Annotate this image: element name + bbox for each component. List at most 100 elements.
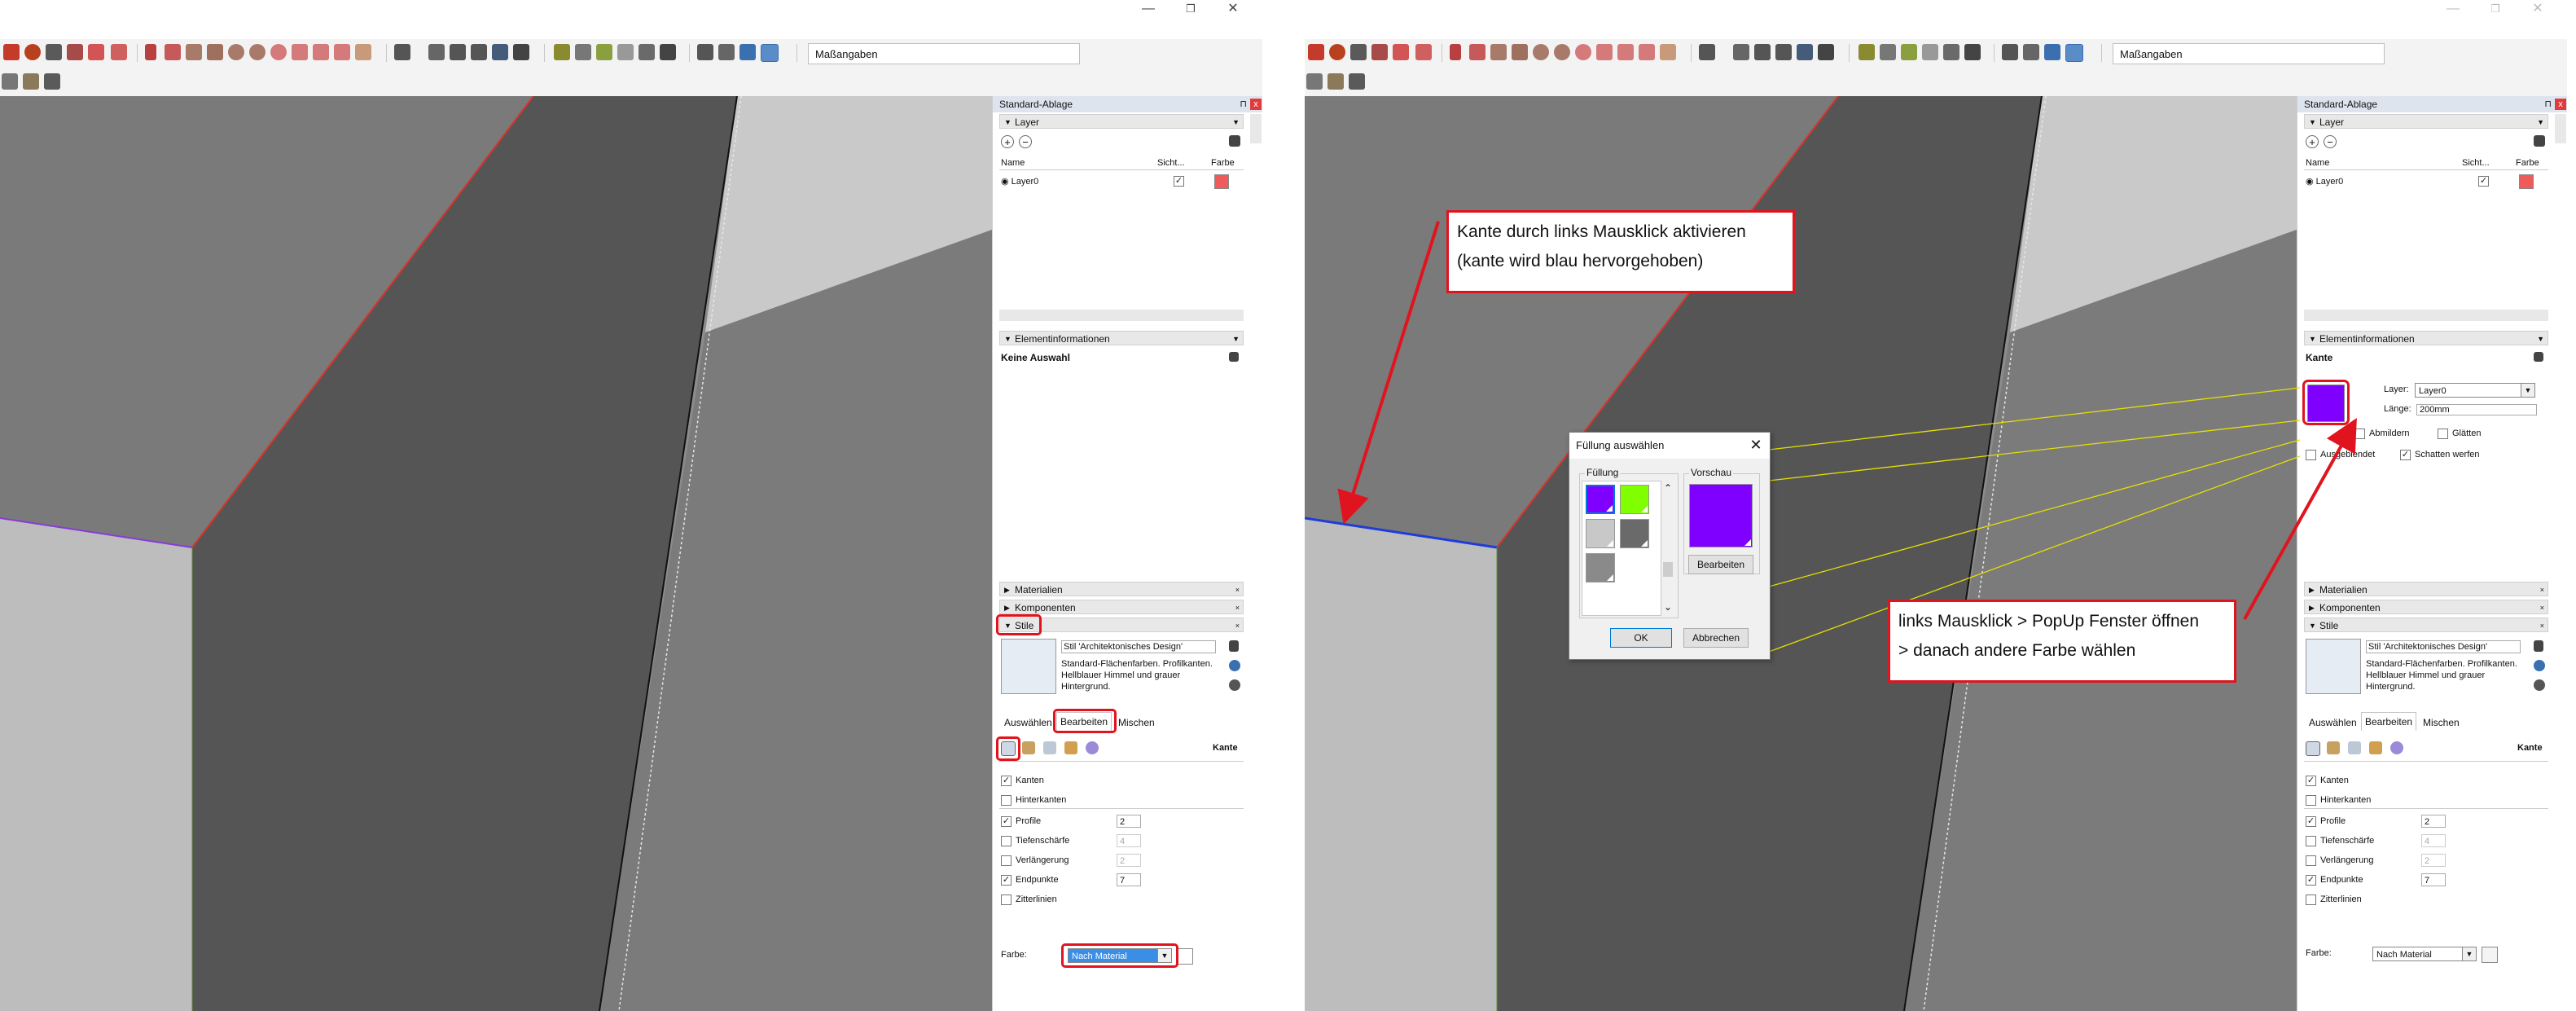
measurements-box[interactable]: Maßangaben (808, 43, 1080, 64)
eraser-tool-icon[interactable] (1415, 44, 1432, 60)
endpoints-checkbox[interactable]: ✓ (1001, 875, 1012, 886)
update-style-icon[interactable] (2534, 679, 2545, 691)
intersect-tool-icon[interactable] (1797, 44, 1813, 60)
layer-row-name[interactable]: ◉ Layer0 (2306, 176, 2343, 187)
pencil-tool-icon[interactable] (1450, 44, 1461, 60)
scroll-thumb[interactable] (1663, 562, 1673, 577)
pie-tool-icon[interactable] (334, 44, 350, 60)
maximize-button[interactable]: ❐ (1174, 0, 1207, 18)
polygon-tool-icon[interactable] (1554, 44, 1570, 60)
watermark-settings-icon[interactable] (2369, 741, 2382, 754)
entity-layer-select[interactable]: Layer0 ▼ (2415, 383, 2535, 398)
offset-tool-icon[interactable] (428, 44, 445, 60)
depth-cue-input[interactable]: 4 (2421, 834, 2446, 847)
entity-info-toggle-icon[interactable] (2534, 352, 2543, 362)
close-window-button[interactable]: ✕ (2521, 0, 2554, 18)
endpoints-checkbox[interactable]: ✓ (2306, 875, 2316, 886)
arc2-tool-icon[interactable] (1596, 44, 1613, 60)
layer-column-name[interactable]: Name (1001, 158, 1025, 168)
tray-close-button[interactable]: x (1250, 99, 1262, 110)
offset-tool-icon[interactable] (1733, 44, 1749, 60)
layer-section-header[interactable]: Layer ▼ (2304, 114, 2548, 130)
extension-checkbox[interactable] (2306, 855, 2316, 866)
section-menu-icon[interactable]: ▼ (1232, 115, 1240, 130)
maximize-button[interactable]: ❐ (2479, 0, 2512, 18)
swatch-light-gray[interactable] (1586, 519, 1615, 548)
endpoints-input[interactable]: 7 (1117, 873, 1141, 886)
intersect-tool-icon[interactable] (492, 44, 508, 60)
layer-list-scrollbar[interactable] (2304, 310, 2548, 321)
edge-color-select[interactable]: Nach Material ▼ (2372, 947, 2477, 961)
modeling-settings-icon[interactable] (2390, 741, 2403, 754)
extension-input[interactable]: 2 (2421, 854, 2446, 867)
components-section-header[interactable]: Komponenten × (2304, 600, 2548, 615)
followme-tool-icon[interactable] (1775, 44, 1792, 60)
outer-shell-tool-icon[interactable] (513, 44, 529, 60)
materials-section-header[interactable]: Materialien × (2304, 582, 2548, 597)
ok-button[interactable]: OK (1610, 628, 1672, 648)
back-edges-checkbox[interactable] (1001, 795, 1012, 806)
zoom-extents-tool-icon[interactable] (2065, 44, 2083, 62)
section-menu-icon[interactable]: × (1235, 600, 1240, 615)
style-detail-icon[interactable] (1229, 640, 1239, 652)
layer-color-swatch[interactable] (1214, 174, 1229, 189)
move-tool-icon[interactable] (1699, 44, 1715, 60)
jitter-checkbox[interactable] (1001, 895, 1012, 905)
swatch-green[interactable] (1620, 485, 1649, 514)
styles-section-header[interactable]: Stile × (2304, 618, 2548, 633)
dialog-close-button[interactable]: ✕ (1747, 436, 1765, 454)
protractor-tool-icon[interactable] (1901, 44, 1917, 60)
section-menu-icon[interactable]: ▼ (2537, 332, 2544, 346)
edge-color-swatch[interactable] (1177, 948, 1193, 965)
axes-tool-icon[interactable] (639, 44, 655, 60)
3d-text-tool-icon[interactable] (660, 44, 676, 60)
followme-tool-icon[interactable] (471, 44, 487, 60)
layer-visible-checkbox[interactable]: ✓ (2478, 176, 2489, 187)
paint-tool-icon[interactable] (1371, 44, 1388, 60)
pan-tool-icon[interactable] (697, 44, 713, 60)
tab-select[interactable]: Auswählen (2306, 714, 2360, 732)
depth-cue-input[interactable]: 4 (1117, 834, 1141, 847)
section-menu-icon[interactable]: × (1235, 582, 1240, 597)
pushpull-tool-icon[interactable] (355, 44, 371, 60)
modeling-settings-icon[interactable] (1086, 741, 1099, 754)
layer-details-icon[interactable] (1229, 135, 1240, 147)
move-tool-icon[interactable] (394, 44, 410, 60)
section-menu-icon[interactable]: × (2540, 618, 2544, 633)
add-layer-button[interactable]: + (2306, 135, 2319, 148)
walk-tool-icon[interactable] (88, 44, 104, 60)
edges-checkbox[interactable]: ✓ (2306, 776, 2316, 786)
walk-tool-icon[interactable] (1393, 44, 1409, 60)
swatch-dark-gray[interactable] (1620, 519, 1649, 548)
rotated-rectangle-tool-icon[interactable] (207, 44, 223, 60)
create-style-icon[interactable] (1229, 660, 1240, 671)
arc3-tool-icon[interactable] (313, 44, 329, 60)
circle-tool-icon[interactable] (228, 44, 244, 60)
extension-input[interactable]: 2 (1117, 854, 1141, 867)
face-settings-icon[interactable] (2327, 741, 2340, 754)
section-menu-icon[interactable]: ▼ (1232, 332, 1240, 346)
protractor-tool-icon[interactable] (596, 44, 612, 60)
remove-layer-button[interactable]: − (2324, 135, 2337, 148)
tab-select[interactable]: Auswählen (1001, 714, 1055, 732)
style-detail-icon[interactable] (2534, 640, 2543, 652)
layer-column-name[interactable]: Name (2306, 158, 2329, 168)
face-settings-icon[interactable] (1022, 741, 1035, 754)
rectangle-tool-icon[interactable] (1490, 44, 1507, 60)
entity-info-section-header[interactable]: Elementinformationen ▼ (2304, 331, 2548, 346)
circle-tool-icon[interactable] (1533, 44, 1549, 60)
swatch-list-scrollbar[interactable]: ⌃ ⌄ (1661, 481, 1674, 614)
drawing-area[interactable] (0, 96, 992, 1011)
edges-checkbox[interactable]: ✓ (1001, 776, 1012, 786)
add-layer-button[interactable]: + (1001, 135, 1014, 148)
swatch-mid-gray[interactable] (1586, 553, 1615, 582)
axes-tool-icon[interactable] (1943, 44, 1959, 60)
style-name-field[interactable]: Stil 'Architektonisches Design' (1061, 640, 1216, 653)
freehand-tool-icon[interactable] (1469, 44, 1485, 60)
section-menu-icon[interactable]: × (2540, 600, 2544, 615)
layer-list-scrollbar[interactable] (999, 310, 1244, 321)
tape-measure-tool-icon[interactable] (1858, 44, 1875, 60)
rotated-rectangle-tool-icon[interactable] (1512, 44, 1528, 60)
layer-color-swatch[interactable] (2519, 174, 2534, 189)
orbit-tool-icon[interactable] (46, 44, 62, 60)
